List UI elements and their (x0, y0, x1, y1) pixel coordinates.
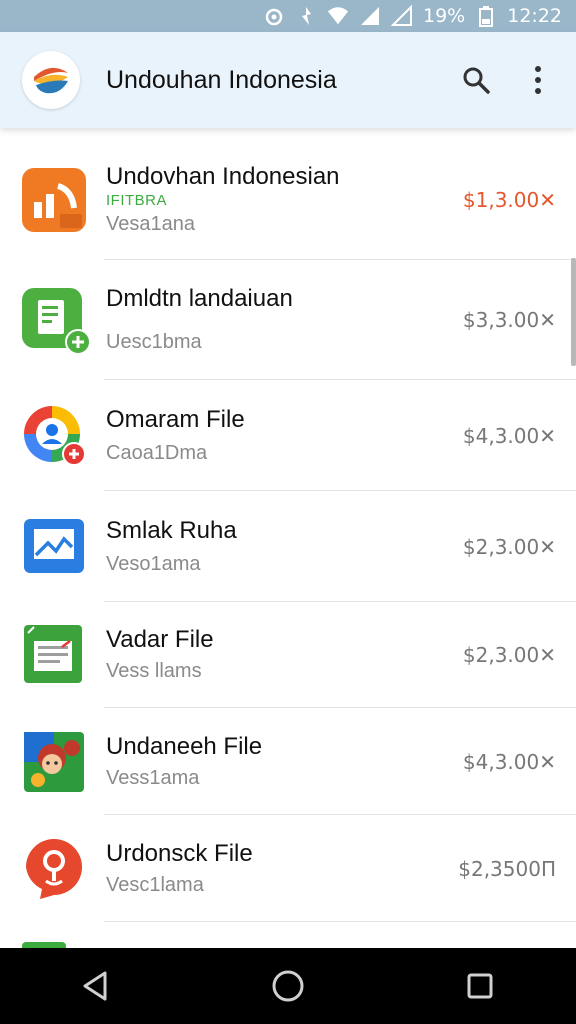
signal-icon (359, 5, 381, 27)
item-price: $2,3.00✕ (462, 534, 556, 559)
list-item[interactable]: Urdonsck File Vesc1lama $2,3500Π (0, 815, 576, 922)
app-title: Undouhan Indonesia (106, 65, 337, 94)
avatar-game-icon (22, 730, 86, 794)
scrollbar[interactable] (571, 258, 576, 366)
battery-percent: 19% (423, 5, 466, 27)
file-list: Undovhan Indonesian IFITBRA Vesa1ana $1,… (0, 140, 576, 922)
list-item[interactable]: Undaneeh File Vess1ama $4,3.00✕ (0, 708, 576, 815)
user-ring-icon (22, 404, 86, 468)
status-bar: 19% 12:22 (0, 0, 576, 32)
home-circle-icon[interactable] (258, 956, 318, 1016)
status-time: 12:22 (507, 5, 562, 27)
blue-image-icon (22, 515, 86, 579)
list-item[interactable]: Undovhan Indonesian IFITBRA Vesa1ana $1,… (0, 140, 576, 260)
list-item[interactable]: Vadar File Vess llams $2,3.00✕ (0, 602, 576, 708)
wifi-icon (327, 5, 349, 27)
list-item[interactable]: Dmldtn landaiuan Uesc1bma $3,3.00✕ (0, 260, 576, 380)
item-price: $1,3.00✕ (462, 188, 556, 212)
back-triangle-icon[interactable] (66, 956, 126, 1016)
list-item[interactable]: Omaram File Caoa1Dma $4,3.00✕ (0, 380, 576, 491)
battery-icon (475, 5, 497, 27)
flag-logo-icon[interactable] (22, 51, 80, 109)
more-vert-icon[interactable] (514, 56, 562, 104)
item-subtitle: Vesa1ana (106, 213, 195, 235)
green-sheet-icon (22, 623, 86, 687)
item-price: $4,3.00✕ (462, 423, 556, 448)
red-pin-icon (22, 837, 86, 901)
item-price: $2,3.00✕ (462, 643, 556, 667)
item-price: $3,3.00✕ (462, 308, 556, 332)
search-icon[interactable] (452, 56, 500, 104)
divider (104, 921, 576, 922)
alarm-icon (263, 5, 285, 27)
app-bar: Undouhan Indonesia (0, 32, 576, 128)
item-price: $4,3.00✕ (462, 749, 556, 774)
orange-chart-icon (22, 168, 86, 232)
recents-square-icon[interactable] (450, 956, 510, 1016)
navigation-bar (0, 948, 576, 1024)
item-price: $2,3500Π (458, 856, 556, 881)
vibrate-icon (295, 5, 317, 27)
item-subtitle: Uesc1bma (106, 331, 202, 353)
list-item[interactable]: Smlak Ruha Veso1ama $2,3.00✕ (0, 491, 576, 602)
green-document-icon (22, 288, 91, 355)
signal-secondary-icon (391, 5, 413, 27)
